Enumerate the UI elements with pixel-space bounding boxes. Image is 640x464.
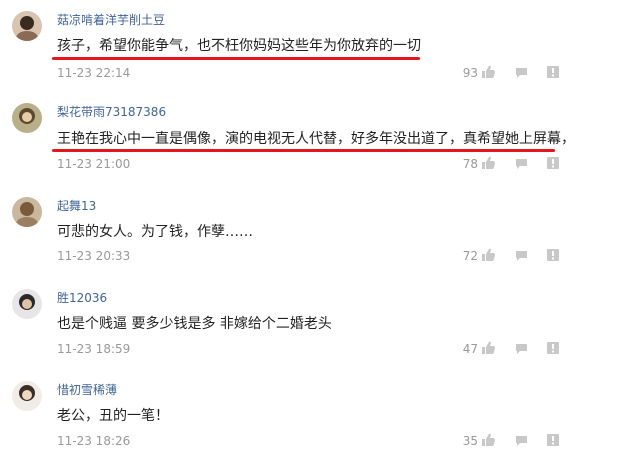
- like-count: 47: [462, 342, 478, 356]
- avatar[interactable]: [12, 197, 42, 227]
- avatar[interactable]: [12, 289, 42, 319]
- comment-text: 也是个贱逼 要多少钱是多 非嫁给个二婚老头: [57, 316, 332, 332]
- comment-username[interactable]: 起舞13: [57, 197, 96, 214]
- comment-time: 11-23 20:33: [57, 249, 131, 263]
- comment-item-3: 起舞13 可悲的女人。为了钱，作孽…… 11-23 20:33 72: [0, 184, 640, 276]
- comment-item-4: 胜12036 也是个贱逼 要多少钱是多 非嫁给个二婚老头 11-23 18:59…: [0, 276, 640, 368]
- highlight-underline: [52, 149, 555, 152]
- thumbs-up-icon[interactable]: [481, 248, 495, 262]
- like-count: 72: [462, 249, 478, 263]
- thumbs-up-icon[interactable]: [481, 433, 495, 447]
- comment-text: 孩子，希望你能争气，也不枉你妈妈这些年为你放弃的一切: [57, 38, 421, 54]
- report-icon[interactable]: [547, 157, 559, 169]
- comment-icon[interactable]: [515, 158, 528, 169]
- comment-item-2: 梨花带雨73187386 王艳在我心中一直是偶像，演的电视无人代替，好多年没出道…: [0, 92, 640, 184]
- comment-item-1: 菇凉啃着洋芋削土豆 孩子，希望你能争气，也不枉你妈妈这些年为你放弃的一切 11-…: [0, 0, 640, 92]
- avatar[interactable]: [12, 11, 42, 41]
- comment-username[interactable]: 菇凉啃着洋芋削土豆: [57, 11, 165, 28]
- highlight-underline: [52, 57, 420, 60]
- like-count: 35: [462, 434, 478, 448]
- comment-icon[interactable]: [515, 67, 528, 78]
- comment-icon[interactable]: [515, 343, 528, 354]
- thumbs-up-icon[interactable]: [481, 341, 495, 355]
- comment-username[interactable]: 胜12036: [57, 289, 107, 306]
- comment-time: 11-23 18:59: [57, 342, 131, 356]
- comment-time: 11-23 21:00: [57, 157, 131, 171]
- comment-username[interactable]: 梨花带雨73187386: [57, 103, 166, 120]
- comment-username[interactable]: 惜初雪稀薄: [57, 381, 117, 398]
- like-count: 93: [462, 66, 478, 80]
- comment-time: 11-23 18:26: [57, 434, 131, 448]
- comment-text: 王艳在我心中一直是偶像，演的电视无人代替，好多年没出道了，真希望她上屏幕，: [57, 131, 575, 147]
- thumbs-up-icon[interactable]: [481, 156, 495, 170]
- report-icon[interactable]: [547, 342, 559, 354]
- comment-time: 11-23 22:14: [57, 66, 131, 80]
- like-count: 78: [462, 157, 478, 171]
- report-icon[interactable]: [547, 249, 559, 261]
- comment-icon[interactable]: [515, 250, 528, 261]
- report-icon[interactable]: [547, 434, 559, 446]
- avatar[interactable]: [12, 103, 42, 133]
- comment-text: 可悲的女人。为了钱，作孽……: [57, 224, 253, 240]
- comment-item-5: 惜初雪稀薄 老公，丑的一笔！ 11-23 18:26 35: [0, 368, 640, 464]
- report-icon[interactable]: [547, 66, 559, 78]
- comment-icon[interactable]: [515, 435, 528, 446]
- comment-text: 老公，丑的一笔！: [57, 408, 169, 424]
- avatar[interactable]: [12, 381, 42, 411]
- thumbs-up-icon[interactable]: [481, 65, 495, 79]
